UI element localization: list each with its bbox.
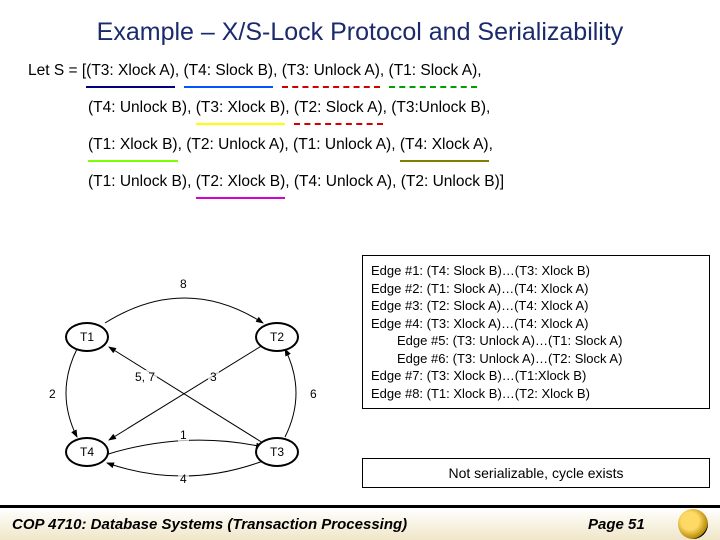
line-end: , [486,99,490,116]
sep: , [178,136,187,153]
line-end: , [477,62,481,79]
op-t3-xlock-b: (T3: Xlock B) [196,92,286,125]
sep: , [175,62,184,79]
schedule-line-4: (T1: Unlock B), (T2: Xlock B), (T4: Unlo… [28,166,692,199]
edge-desc-8: Edge #8: (T1: Xlock B)…(T2: Xlock B) [371,385,701,403]
schedule-prefix: Let S = [ [28,62,86,79]
op-t3-unlock-b: (T3:Unlock B) [391,99,486,116]
footer-page: Page 51 [588,516,678,533]
op-t2-unlock-b: (T2: Unlock B) [401,173,500,190]
footer: COP 4710: Database Systems (Transaction … [0,505,720,540]
edge-desc-3: Edge #3: (T2: Slock A)…(T4: Xlock A) [371,297,701,315]
edge-desc-2: Edge #2: (T1: Slock A)…(T4: Xlock A) [371,280,701,298]
sep: , [383,99,392,116]
line-end: , [489,136,493,153]
sep: , [391,136,400,153]
schedule-line-3: (T1: Xlock B), (T2: Unlock A), (T1: Unlo… [28,129,692,162]
precedence-graph: T1 T2 T4 T3 8 5, 7 3 2 6 1 4 [25,265,345,485]
op-t3-xlock-a: (T3: Xlock A) [86,55,175,88]
op-t4-xlock-a: (T4: Xlock A) [400,129,489,162]
schedule-block: Let S = [(T3: Xlock A), (T4: Slock B), (… [0,55,720,199]
edge-label-3: 3 [208,370,219,384]
op-t4-unlock-b: (T4: Unlock B) [88,99,187,116]
edge-desc-4: Edge #4: (T3: Xlock A)…(T4: Xlock A) [371,315,701,333]
graph-node-t4: T4 [65,437,109,467]
op-t2-unlock-a: (T2: Unlock A) [186,136,284,153]
op-t3-unlock-a: (T3: Unlock A) [282,55,380,88]
op-t4-slock-b: (T4: Slock B) [184,55,274,88]
op-t1-slock-a: (T1: Slock A) [389,55,478,88]
edge-explanation-box: Edge #1: (T4: Slock B)…(T3: Xlock B) Edg… [362,255,710,409]
edge-label-1: 1 [178,428,189,442]
sep: , [187,173,196,190]
edge-desc-7: Edge #7: (T3: Xlock B)…(T1:Xlock B) [371,367,701,385]
ucf-logo-icon [678,509,708,539]
op-t1-unlock-b: (T1: Unlock B) [88,173,187,190]
edge-label-6: 6 [308,387,319,401]
op-t1-unlock-a: (T1: Unlock A) [293,136,391,153]
op-t1-xlock-b: (T1: Xlock B) [88,129,178,162]
sep: , [187,99,196,116]
sep: , [285,99,294,116]
op-t2-slock-a: (T2: Slock A) [294,92,383,125]
edge-label-4: 4 [178,472,189,486]
verdict-box: Not serializable, cycle exists [362,458,710,488]
sep: , [284,136,293,153]
graph-node-t2: T2 [255,322,299,352]
sep: , [273,62,282,79]
page-title: Example – X/S-Lock Protocol and Serializ… [0,0,720,55]
edge-label-57: 5, 7 [133,370,157,384]
edge-desc-1: Edge #1: (T4: Slock B)…(T3: Xlock B) [371,262,701,280]
sep: , [380,62,389,79]
graph-node-t1: T1 [65,322,109,352]
sep: , [285,173,294,190]
line-end: ] [500,173,504,190]
schedule-line-2: (T4: Unlock B), (T3: Xlock B), (T2: Sloc… [28,92,692,125]
edge-label-2: 2 [47,387,58,401]
edge-desc-6: Edge #6: (T3: Unlock A)…(T2: Slock A) [371,350,701,368]
graph-node-t3: T3 [255,437,299,467]
op-t4-unlock-a: (T4: Unlock A) [294,173,392,190]
edge-desc-5: Edge #5: (T3: Unlock A)…(T1: Slock A) [371,332,701,350]
footer-course: COP 4710: Database Systems (Transaction … [12,516,588,533]
sep: , [392,173,401,190]
schedule-line-1: Let S = [(T3: Xlock A), (T4: Slock B), (… [28,55,692,88]
op-t2-xlock-b: (T2: Xlock B) [196,166,286,199]
edge-label-8: 8 [178,277,189,291]
